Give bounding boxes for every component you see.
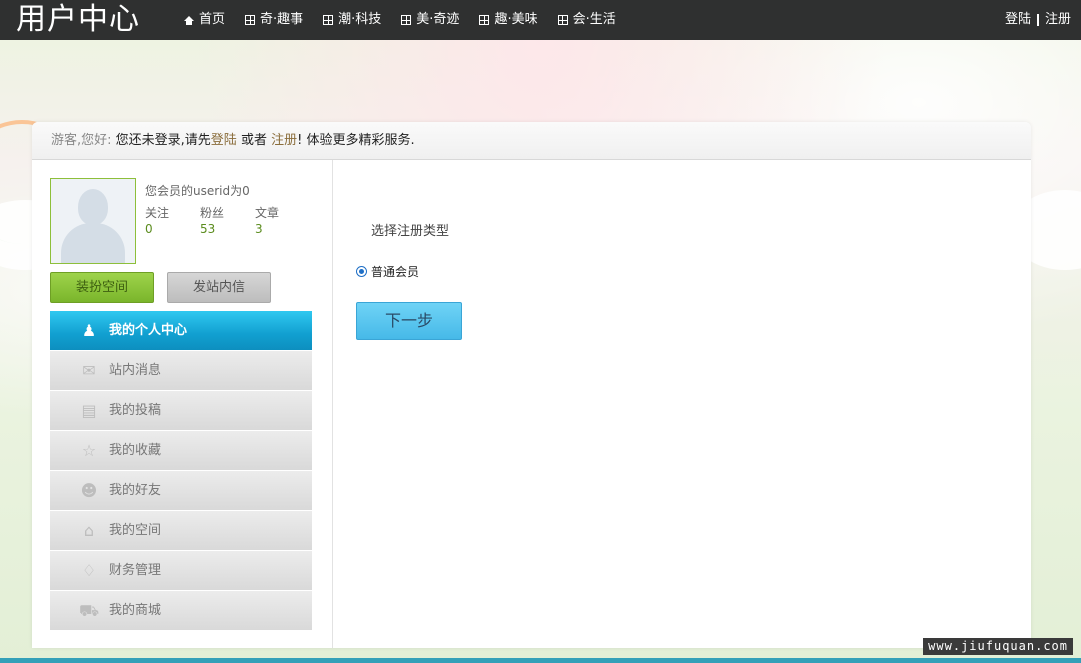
auth-links: 登陆 注册 (1005, 0, 1071, 40)
sidebar-menu: ♟ 我的个人中心 ✉ 站内消息 ▤ 我的投稿 ☆ 我的收藏 ☻ 我的好友 ⌂ 我… (50, 311, 312, 631)
divider (1036, 13, 1039, 26)
grid-icon (401, 15, 412, 25)
avatar[interactable] (50, 178, 136, 264)
user-icon: ♟ (81, 321, 97, 340)
brand-title: 用户中心 (16, 2, 140, 37)
stat-label: 关注 (145, 206, 170, 220)
login-link[interactable]: 登陆 (1005, 12, 1031, 27)
left-sidebar: 您会员的userid为0 关注 0 粉丝 53 文章 3 装扮空间 发站内信 ♟… (32, 160, 333, 648)
nav-item-huishenghuo[interactable]: 会·生活 (557, 0, 616, 40)
guest-notice-bar: 游客,您好: 您还未登录,请先登陆 或者 注册! 体验更多精彩服务. (32, 122, 1031, 160)
top-navigation-bar: 用户中心 首页 奇·趣事 潮·科技 美·奇迹 趣·美味 会·生活 登陆 注册 (0, 0, 1081, 40)
cart-icon: ⛟ (79, 601, 100, 620)
nav-item-label: 会·生活 (572, 12, 616, 27)
sidebar-item-label: 我的投稿 (109, 403, 162, 418)
notice-text: 您还未登录,请先 (115, 133, 211, 148)
stat-label: 粉丝 (200, 206, 225, 220)
sidebar-item-label: 我的个人中心 (109, 323, 188, 338)
sidebar-item-finance[interactable]: ♢ 财务管理 (50, 551, 312, 590)
register-link[interactable]: 注册 (1045, 12, 1071, 27)
nav-item-qumeiwei[interactable]: 趣·美味 (479, 0, 538, 40)
userid-text: 您会员的userid为0 (145, 184, 250, 198)
main-nav: 首页 奇·趣事 潮·科技 美·奇迹 趣·美味 会·生活 (184, 0, 636, 40)
stat-value: 3 (255, 222, 263, 236)
sidebar-item-personal-center[interactable]: ♟ 我的个人中心 (50, 311, 312, 350)
sidebar-item-label: 我的空间 (109, 523, 162, 538)
nav-item-label: 趣·美味 (494, 12, 538, 27)
document-icon: ▤ (81, 401, 97, 420)
stat-value: 53 (200, 222, 216, 236)
star-icon: ☆ (81, 441, 97, 460)
sidebar-item-friends[interactable]: ☻ 我的好友 (50, 471, 312, 510)
notice-text: ! 体验更多精彩服务. (297, 133, 415, 148)
grid-icon (245, 15, 256, 25)
registration-type-title: 选择注册类型 (371, 224, 450, 239)
friends-icon: ☻ (80, 481, 98, 500)
registration-area: 选择注册类型 普通会员 下一步 (356, 160, 1031, 648)
diamond-icon: ♢ (81, 561, 97, 580)
radio-selected[interactable] (356, 266, 367, 277)
nav-item-qiqushi[interactable]: 奇·趣事 (245, 0, 303, 40)
nav-item-chaokeji[interactable]: 潮·科技 (323, 0, 381, 40)
stat-value: 0 (145, 222, 153, 236)
sidebar-item-label: 我的收藏 (109, 443, 162, 458)
grid-icon (479, 15, 490, 25)
user-center-panel: 游客,您好: 您还未登录,请先登陆 或者 注册! 体验更多精彩服务. 您会员的u… (32, 122, 1031, 648)
stat-label: 文章 (255, 206, 280, 220)
sidebar-item-label: 我的好友 (109, 483, 162, 498)
home-icon (184, 15, 194, 25)
nav-item-label: 首页 (199, 12, 226, 27)
stat-fans[interactable]: 粉丝 53 (200, 204, 255, 236)
sidebar-item-shop[interactable]: ⛟ 我的商城 (50, 591, 312, 630)
user-stats: 关注 0 粉丝 53 文章 3 (145, 204, 310, 236)
sidebar-item-label: 我的商城 (109, 603, 162, 618)
notice-text: 或者 (236, 133, 272, 148)
greeting-text: 游客,您好: (51, 133, 112, 148)
bottom-accent-line (0, 658, 1081, 663)
notice-register-link[interactable]: 注册 (271, 133, 297, 148)
sidebar-item-submissions[interactable]: ▤ 我的投稿 (50, 391, 312, 430)
stat-articles[interactable]: 文章 3 (255, 204, 310, 236)
nav-item-label: 奇·趣事 (260, 12, 304, 27)
send-message-button[interactable]: 发站内信 (167, 272, 271, 303)
watermark: www.jiufuquan.com (923, 638, 1073, 655)
avatar-body-shape (61, 223, 125, 263)
avatar-head-shape (78, 189, 108, 225)
sidebar-item-favorites[interactable]: ☆ 我的收藏 (50, 431, 312, 470)
home-space-icon: ⌂ (83, 521, 95, 540)
sidebar-item-label: 财务管理 (109, 563, 162, 578)
grid-icon (557, 15, 568, 25)
message-icon: ✉ (82, 361, 96, 380)
decorate-space-button[interactable]: 装扮空间 (50, 272, 154, 303)
sidebar-item-space[interactable]: ⌂ 我的空间 (50, 511, 312, 550)
nav-item-label: 美·奇迹 (416, 12, 460, 27)
member-type-option[interactable]: 普通会员 (356, 263, 419, 280)
next-step-button[interactable]: 下一步 (356, 302, 462, 340)
sidebar-item-messages[interactable]: ✉ 站内消息 (50, 351, 312, 390)
nav-item-home[interactable]: 首页 (184, 0, 225, 40)
stat-following[interactable]: 关注 0 (145, 204, 200, 236)
nav-item-meiqiji[interactable]: 美·奇迹 (401, 0, 459, 40)
notice-login-link[interactable]: 登陆 (211, 133, 237, 148)
grid-icon (323, 15, 334, 25)
sidebar-item-label: 站内消息 (109, 363, 162, 378)
member-type-label: 普通会员 (371, 265, 420, 279)
nav-item-label: 潮·科技 (338, 12, 382, 27)
